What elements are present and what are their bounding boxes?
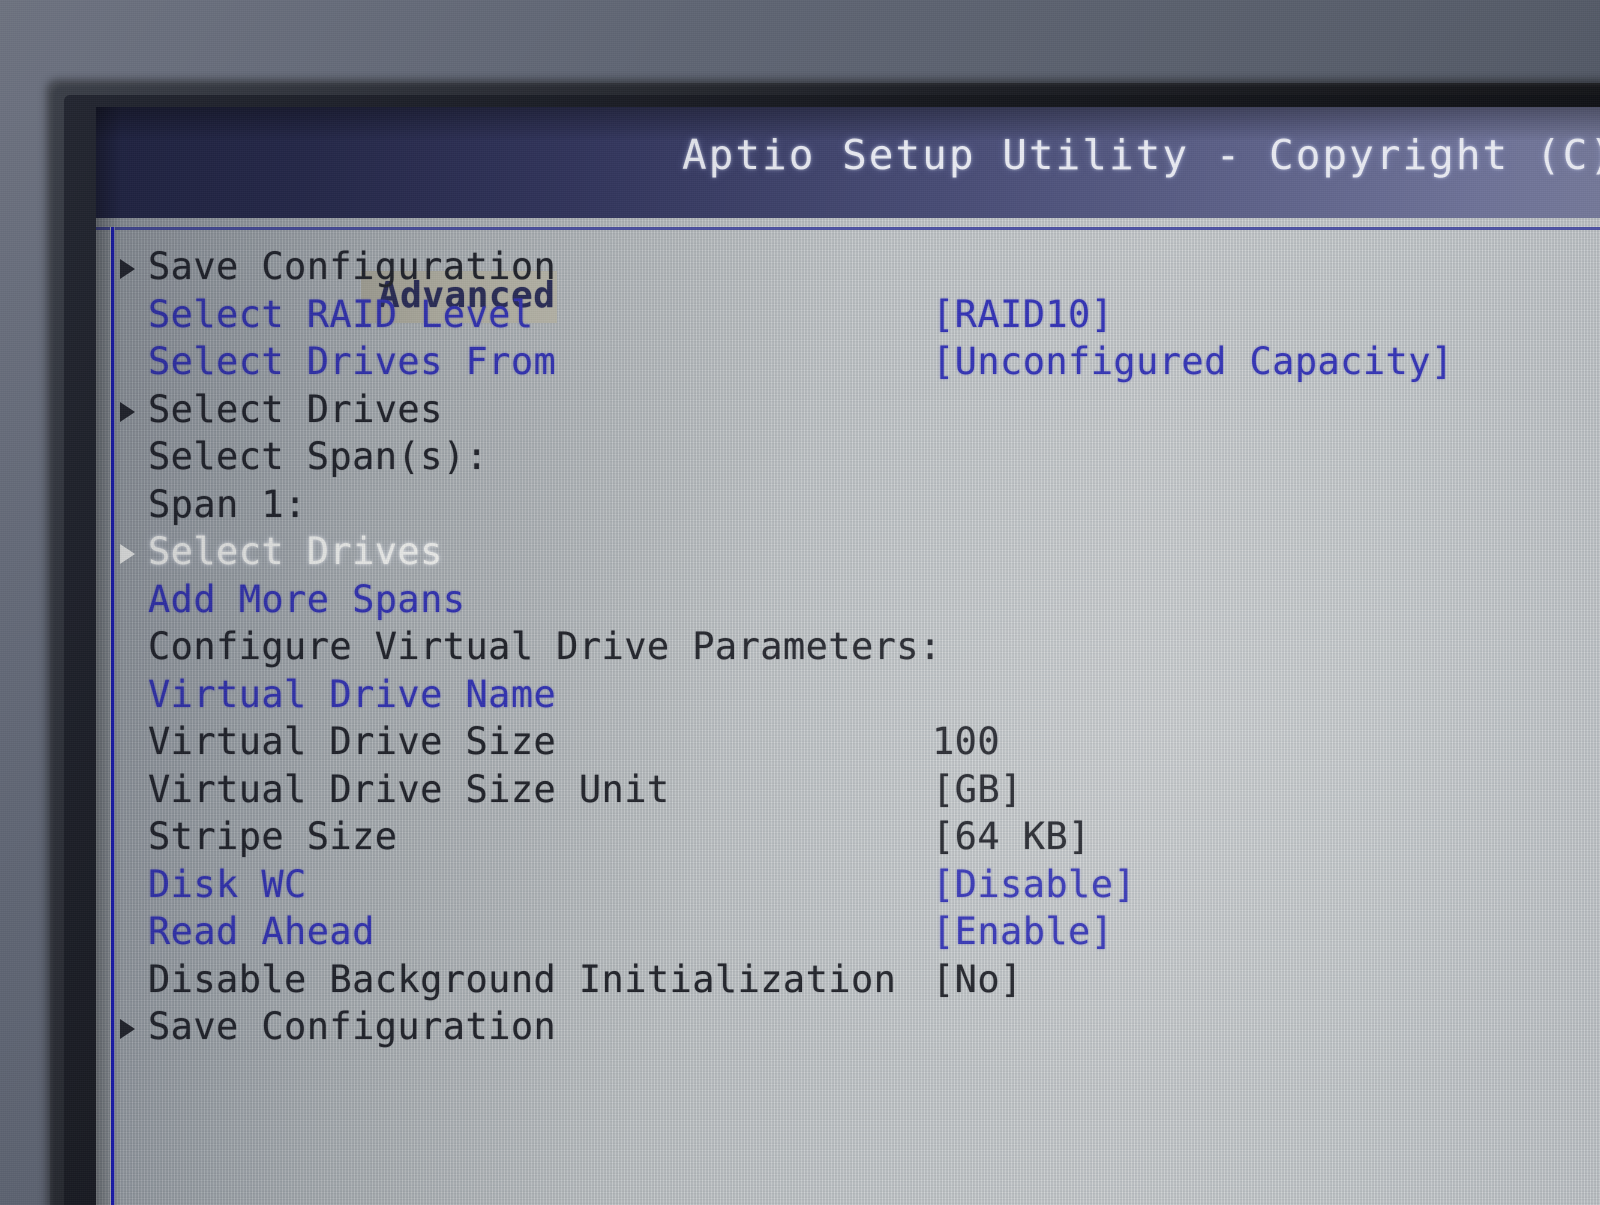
menu-row-label: Virtual Drive Size (148, 720, 557, 763)
menu-row-value[interactable]: [64 KB] (932, 815, 1091, 858)
menu-row[interactable]: Add More Spans (96, 578, 1600, 626)
menu-row-value[interactable]: [RAID10] (932, 293, 1113, 336)
menu-row-label: Virtual Drive Size Unit (148, 767, 670, 811)
menu-row-label: Virtual Drive Name (148, 672, 557, 716)
menu-row-label: Span 1: (148, 482, 307, 526)
menu-row-value[interactable]: 100 (932, 720, 1000, 763)
menu-row-label: Disk WC (148, 862, 307, 906)
menu-row[interactable]: Select RAID Level [RAID10] (96, 293, 1600, 341)
menu-row-value[interactable]: [No] (932, 958, 1023, 1001)
menu-row[interactable]: Read Ahead [Enable] (96, 910, 1600, 958)
submenu-arrow-icon (120, 401, 135, 422)
menu-row-label: Select Drives (148, 387, 443, 431)
menu-row[interactable]: Save Configuration (96, 1005, 1600, 1053)
menu-row[interactable]: Select Drives (96, 388, 1600, 436)
monitor-photograph: Aptio Setup Utility - Copyright (C) 2020… (0, 0, 1600, 1205)
menu-row: Configure Virtual Drive Parameters: (96, 625, 1600, 673)
menu-row-label: Save Configuration (148, 1005, 557, 1048)
menu-row-label: Select Span(s): (148, 435, 489, 478)
menu-row-label: Select RAID Level (148, 292, 534, 336)
bios-header-bar: Aptio Setup Utility - Copyright (C) 2020… (96, 107, 1600, 218)
submenu-arrow-icon (120, 544, 135, 564)
menu-row-value[interactable]: [Unconfigured Capacity] (932, 340, 1454, 383)
menu-row[interactable]: Disk WC [Disable] (96, 863, 1600, 911)
menu-row-value[interactable]: [GB] (932, 768, 1023, 811)
menu-row[interactable]: Save Configuration (96, 245, 1600, 293)
menu-row-label: Configure Virtual Drive Parameters: (148, 625, 942, 668)
menu-row[interactable]: Stripe Size [64 KB] (96, 815, 1600, 863)
menu-row-label: Save Configuration (148, 245, 557, 288)
menu-row[interactable]: Virtual Drive Size Unit [GB] (96, 768, 1600, 816)
bios-title: Aptio Setup Utility - Copyright (C) 2020… (682, 131, 1600, 179)
menu-row[interactable]: Virtual Drive Name (96, 673, 1600, 721)
menu-row-label: Disable Background Initialization (148, 957, 897, 1001)
menu-row: Select Span(s): (96, 435, 1600, 483)
panel-top-divider (96, 227, 1600, 230)
menu-row: Span 1: (96, 483, 1600, 531)
menu-row[interactable]: Disable Background Initialization [No] (96, 958, 1600, 1006)
submenu-arrow-icon (120, 1019, 135, 1039)
menu-row-value[interactable]: [Disable] (932, 863, 1136, 906)
submenu-arrow-icon (120, 259, 135, 279)
menu-row[interactable]: Select Drives From [Unconfigured Capacity… (96, 340, 1600, 388)
bios-option-list: Save Configuration Select RAID Level [RAID… (96, 245, 1600, 1053)
menu-row-value[interactable]: [Enable] (932, 910, 1113, 953)
menu-row[interactable]: Select Drives (96, 530, 1600, 578)
menu-row-label: Read Ahead (148, 910, 375, 953)
bios-screen: Aptio Setup Utility - Copyright (C) 2020… (96, 107, 1600, 1205)
menu-row-label: Select Drives (148, 530, 443, 573)
menu-row[interactable]: Virtual Drive Size 100 (96, 720, 1600, 768)
menu-row-label: Add More Spans (148, 577, 466, 621)
menu-row-label: Stripe Size (148, 815, 398, 858)
menu-row-label: Select Drives From (148, 340, 557, 383)
